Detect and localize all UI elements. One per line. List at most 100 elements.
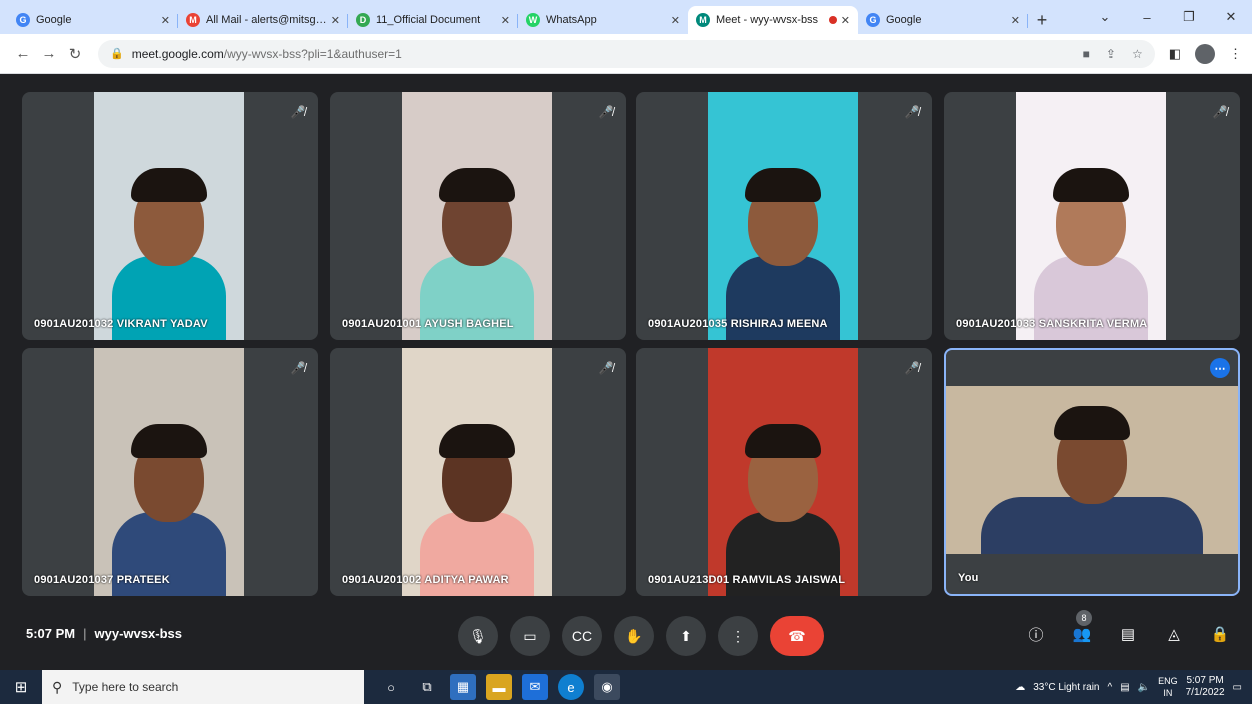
tab-list: G Google ✕ M All Mail - alerts@mitsgwl.ac.in… <box>8 6 1028 34</box>
tab-title: Google <box>36 14 72 26</box>
mail-app-icon[interactable]: ✉ <box>522 674 548 700</box>
reload-button[interactable]: ↻ <box>62 45 88 63</box>
tab-favicon-icon: W <box>526 13 540 27</box>
close-tab-icon[interactable]: ✕ <box>841 14 850 27</box>
region-code: IN <box>1163 688 1173 698</box>
close-tab-icon[interactable]: ✕ <box>501 14 510 27</box>
profile-avatar[interactable] <box>1195 43 1215 64</box>
back-button[interactable]: ← <box>10 45 36 62</box>
browser-tab[interactable]: D 11_Official Document ✕ <box>348 6 518 34</box>
system-tray: ☁ 33°C Light rain ^ ▤ 🔈 ENG IN 5:07 PM 7… <box>1015 670 1242 704</box>
close-tab-icon[interactable]: ✕ <box>331 14 340 27</box>
language-indicator[interactable]: ENG IN <box>1158 675 1178 699</box>
browser-tab[interactable]: M All Mail - alerts@mitsgwl.ac.in ✕ <box>178 6 348 34</box>
maximize-button[interactable]: ❐ <box>1168 0 1210 34</box>
participant-hair <box>745 167 821 202</box>
close-tab-icon[interactable]: ✕ <box>1011 14 1020 27</box>
raise-hand-button[interactable]: ✋ <box>614 616 654 656</box>
url-domain: meet.google.com <box>131 46 224 61</box>
participant-tile[interactable]: 🎤̸ 0901AU201035 RISHIRAJ MEENA <box>636 92 932 340</box>
leave-call-button[interactable]: ☎ <box>770 616 824 656</box>
participant-hair <box>1054 405 1130 440</box>
url-input[interactable]: 🔒 meet.google.com /wyy-wvsx-bss?pli=1&au… <box>98 39 1155 68</box>
captions-button[interactable]: CC <box>562 616 602 656</box>
close-tab-icon[interactable]: ✕ <box>161 14 170 27</box>
present-icon: ⬆ <box>680 627 692 644</box>
close-tab-icon[interactable]: ✕ <box>671 14 680 27</box>
pinned-apps: ○ ⧉ ▦ ▬ ✉ e ◉ <box>378 674 620 700</box>
tab-title: Meet - wyy-wvsx-bss <box>716 14 819 26</box>
participant-name: 0901AU201001 AYUSH BAGHEL <box>342 318 514 330</box>
self-video-tile[interactable]: ⋯ You <box>944 348 1240 596</box>
tile-more-options-button[interactable]: ⋯ <box>1210 358 1230 378</box>
search-icon: ⚲ <box>52 678 63 695</box>
participant-hair <box>439 423 515 458</box>
meeting-time: 5:07 PM <box>26 626 76 641</box>
language-code: ENG <box>1158 676 1178 686</box>
video-feed <box>402 348 552 596</box>
taskbar-clock[interactable]: 5:07 PM 7/1/2022 <box>1186 675 1225 699</box>
host-controls-button[interactable]: 🔒 <box>1208 622 1232 646</box>
participant-hair <box>131 167 207 202</box>
people-icon: 👥 <box>1072 626 1092 643</box>
browser-menu-icon[interactable]: ⋮ <box>1229 46 1242 62</box>
close-window-button[interactable]: ✕ <box>1210 0 1252 34</box>
camera-indicator-icon[interactable]: ■ <box>1083 47 1090 61</box>
browser-tab[interactable]: G Google ✕ <box>8 6 178 34</box>
network-icon[interactable]: ▤ <box>1120 682 1129 693</box>
tab-title: All Mail - alerts@mitsgwl.ac.in <box>206 14 327 26</box>
mic-off-icon: 🎤̸ <box>598 105 614 119</box>
tab-search-icon[interactable]: ⌄ <box>1084 0 1126 34</box>
edge-browser-icon[interactable]: e <box>558 674 584 700</box>
people-button[interactable]: 8 👥 <box>1070 610 1094 646</box>
taskbar-search-placeholder: Type here to search <box>72 680 179 694</box>
url-path: /wyy-wvsx-bss?pli=1&authuser=1 <box>223 46 402 61</box>
more-options-button[interactable]: ⋮ <box>718 616 758 656</box>
side-panel-icon[interactable]: ◧ <box>1169 46 1181 62</box>
meeting-details-button[interactable]: ⓘ <box>1024 622 1048 646</box>
tab-title: WhatsApp <box>546 14 597 26</box>
forward-button[interactable]: → <box>36 45 62 62</box>
participant-tile[interactable]: 🎤̸ 0901AU213D01 RAMVILAS JAISWAL <box>636 348 932 596</box>
file-explorer-icon[interactable]: ▬ <box>486 674 512 700</box>
video-feed <box>708 348 858 596</box>
new-tab-button[interactable]: + <box>1028 6 1056 34</box>
camera-button[interactable]: ▭ <box>510 616 550 656</box>
participant-name: You <box>958 572 979 584</box>
notifications-icon[interactable]: ▭ <box>1233 682 1242 693</box>
cortana-icon[interactable]: ○ <box>378 674 404 700</box>
chrome-browser-icon[interactable]: ◉ <box>594 674 620 700</box>
tab-favicon-icon: G <box>866 13 880 27</box>
task-view-icon[interactable]: ⧉ <box>414 674 440 700</box>
video-feed <box>708 92 858 340</box>
chat-button[interactable]: ▤ <box>1116 622 1140 646</box>
participant-hair <box>439 167 515 202</box>
weather-text[interactable]: 33°C Light rain <box>1033 682 1099 693</box>
mic-button[interactable]: 🎙 <box>458 616 498 656</box>
browser-tab[interactable]: W WhatsApp ✕ <box>518 6 688 34</box>
mic-off-icon: 🎤̸ <box>904 361 920 375</box>
participant-tile[interactable]: 🎤̸ 0901AU201001 AYUSH BAGHEL <box>330 92 626 340</box>
participant-tile[interactable]: 🎤̸ 0901AU201037 PRATEEK <box>22 348 318 596</box>
volume-icon[interactable]: 🔈 <box>1138 682 1150 693</box>
share-icon[interactable]: ⇪ <box>1106 47 1116 61</box>
more-vert-icon: ⋮ <box>731 627 745 644</box>
activities-button[interactable]: ◬ <box>1162 622 1186 646</box>
show-hidden-icons[interactable]: ^ <box>1107 682 1112 693</box>
browser-tab[interactable]: G Google ✕ <box>858 6 1028 34</box>
taskbar-search[interactable]: ⚲ Type here to search <box>42 670 364 704</box>
clock-time: 5:07 PM <box>1186 675 1224 686</box>
calendar-app-icon[interactable]: ▦ <box>450 674 476 700</box>
minimize-button[interactable]: – <box>1126 0 1168 34</box>
video-feed <box>946 386 1238 554</box>
browser-tab[interactable]: M Meet - wyy-wvsx-bss ✕ <box>688 6 858 34</box>
present-button[interactable]: ⬆ <box>666 616 706 656</box>
participant-tile[interactable]: 🎤̸ 0901AU201002 ADITYA PAWAR <box>330 348 626 596</box>
participant-hair <box>131 423 207 458</box>
participant-tile[interactable]: 🎤̸ 0901AU201033 SANSKRITA VERMA <box>944 92 1240 340</box>
tab-favicon-icon: D <box>356 13 370 27</box>
participant-tile[interactable]: 🎤̸ 0901AU201032 VIKRANT YADAV <box>22 92 318 340</box>
bookmark-star-icon[interactable]: ☆ <box>1132 47 1143 61</box>
captions-icon: CC <box>571 628 593 644</box>
start-button[interactable]: ⊞ <box>0 670 42 704</box>
